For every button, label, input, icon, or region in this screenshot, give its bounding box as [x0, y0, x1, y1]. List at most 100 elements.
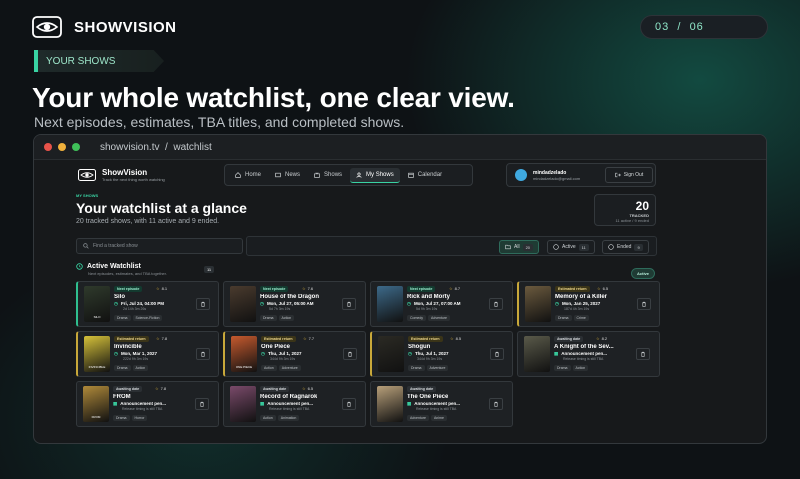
- show-poster: [377, 286, 403, 322]
- show-card[interactable]: Estimated return ☆ 6.5 Memory of a Killer ◷ M…: [517, 281, 660, 327]
- genre-tag: Action: [132, 365, 149, 371]
- show-card[interactable]: SILO Next episode ☆ 8.1 Silo ◷ Fri, Jul 24, 04…: [76, 281, 219, 327]
- show-title: Invincible: [114, 344, 142, 350]
- calendar-icon: ▦: [407, 401, 412, 406]
- show-poster: [230, 286, 256, 322]
- rating-value: 7.8: [160, 386, 167, 391]
- trash-icon: [641, 351, 645, 357]
- tracked-breakdown: 11 active / 9 ended: [615, 218, 649, 223]
- url-host: showvision.tv: [100, 141, 160, 153]
- show-card[interactable]: Awaiting date The One Piece ▦ Announcement …: [370, 381, 513, 427]
- genre-tags: Drama Action: [114, 365, 149, 371]
- show-card[interactable]: Awaiting date ☆ 6.5 Record of Ragnarok ▦ Anno…: [223, 381, 366, 427]
- status-badge: Next episode: [114, 286, 143, 292]
- delete-button[interactable]: [342, 398, 356, 410]
- rating-value: 7.7: [308, 336, 315, 341]
- delete-button[interactable]: [636, 348, 650, 360]
- delete-button[interactable]: [489, 398, 503, 410]
- clock-icon: ◷: [555, 301, 559, 306]
- status-badge: Awaiting date: [407, 386, 437, 392]
- section-count: 11: [204, 266, 215, 273]
- star-icon: ☆: [302, 386, 306, 391]
- page-separator: /: [677, 21, 682, 33]
- rating: ☆ 8.7: [449, 286, 460, 291]
- show-countdown: Release timing is still TBA: [563, 357, 604, 361]
- nav-shows[interactable]: Shows: [308, 168, 348, 182]
- genre-tag: Comedy: [407, 315, 427, 321]
- trash-icon: [347, 301, 351, 307]
- show-card[interactable]: Estimated return ☆ 8.5 Shōgun ◷ Thu, Jul 1, 2…: [370, 331, 513, 377]
- app-logo-tagline: Track the next thing worth watching: [102, 177, 165, 182]
- show-countdown: 187d 4h 3m 19s: [564, 307, 590, 311]
- nav-menu: Home News Shows My Shows Calendar: [224, 164, 473, 186]
- show-card[interactable]: Awaiting date ☆ 8.2 A Knight of the Sev... ▦…: [517, 331, 660, 377]
- filter-bar: All 20 Active 11 Ended 9: [246, 236, 657, 256]
- app-logo[interactable]: ShowVision Track the next thing worth wa…: [78, 168, 165, 182]
- address-bar[interactable]: showvision.tv / watchlist: [100, 142, 212, 153]
- show-countdown: Release timing is still TBA: [122, 407, 163, 411]
- headline: Your whole watchlist, one clear view.: [32, 82, 515, 113]
- show-poster: INVINCIBLE: [84, 336, 110, 372]
- filter-ended-label: Ended: [617, 244, 632, 250]
- nav-news[interactable]: News: [269, 168, 306, 182]
- tracked-count: 20: [635, 199, 649, 213]
- star-icon: ☆: [596, 336, 600, 341]
- sign-out-button[interactable]: Sign Out: [605, 167, 653, 183]
- status-badge: Estimated return: [261, 336, 296, 342]
- show-poster: [524, 336, 550, 372]
- show-card[interactable]: FROM Awaiting date ☆ 7.8 FROM ▦ Announcement p…: [76, 381, 219, 427]
- genre-tags: Drama Action: [260, 315, 295, 321]
- show-card[interactable]: Next episode ☆ 7.6 House of the Dragon ◷ Mon,…: [223, 281, 366, 327]
- delete-button[interactable]: [343, 348, 357, 360]
- rating: ☆ 7.6: [302, 286, 313, 291]
- search-input[interactable]: Find a tracked show: [76, 238, 243, 254]
- genre-tag: Science-Fiction: [132, 315, 163, 321]
- genre-tag: Drama: [113, 415, 130, 421]
- show-title: Shōgun: [408, 344, 431, 350]
- clock-icon: ◷: [407, 301, 411, 306]
- delete-button[interactable]: [196, 348, 210, 360]
- rating: ☆ 6.5: [302, 386, 313, 391]
- filter-active[interactable]: Active 11: [547, 240, 595, 254]
- filter-ended[interactable]: Ended 9: [602, 240, 649, 254]
- nav-home[interactable]: Home: [229, 168, 267, 182]
- poster-text: INVINCIBLE: [88, 365, 106, 369]
- genre-tag: Adventure: [428, 315, 451, 321]
- rating-value: 8.5: [455, 336, 462, 341]
- delete-button[interactable]: [196, 298, 210, 310]
- show-title: A Knight of the Sev...: [554, 344, 614, 350]
- delete-button[interactable]: [195, 398, 209, 410]
- star-icon: ☆: [449, 286, 453, 291]
- maximize-dot[interactable]: [72, 143, 80, 151]
- show-countdown: 5d 9h 3m 19s: [416, 307, 438, 311]
- eyebrow: MY SHOWS: [76, 193, 99, 198]
- delete-button[interactable]: [637, 298, 651, 310]
- show-card[interactable]: Next episode ☆ 8.7 Rick and Morty ◷ Mon, Jul …: [370, 281, 513, 327]
- poster-text: FROM: [91, 415, 101, 419]
- genre-tag: Drama: [114, 365, 131, 371]
- nav-calendar[interactable]: Calendar: [402, 168, 448, 182]
- rating-value: 7.6: [307, 286, 314, 291]
- show-card[interactable]: ONE PIECE Estimated return ☆ 7.7 One Piece ◷ T…: [223, 331, 366, 377]
- delete-button[interactable]: [490, 348, 504, 360]
- news-icon: [275, 172, 281, 178]
- genre-tags: Comedy Adventure: [407, 315, 451, 321]
- delete-button[interactable]: [342, 298, 356, 310]
- genre-tags: Adventure Anime: [407, 415, 447, 421]
- delete-button[interactable]: [489, 298, 503, 310]
- eye-logo-icon: [78, 169, 96, 181]
- url-path: watchlist: [173, 141, 212, 153]
- avatar[interactable]: [515, 169, 527, 181]
- minimize-dot[interactable]: [58, 143, 66, 151]
- user-box: mindadzelado mindadzelado@gmail.com Sign…: [506, 163, 656, 187]
- show-card[interactable]: INVINCIBLE Estimated return ☆ 7.8 Invincible…: [76, 331, 219, 377]
- filter-all-label: All: [514, 244, 520, 250]
- genre-tag: Drama: [554, 365, 571, 371]
- subheadline: Next episodes, estimates, TBA titles, an…: [34, 114, 405, 130]
- star-icon: ☆: [155, 386, 159, 391]
- clock-icon: ◷: [114, 351, 118, 356]
- nav-my-shows[interactable]: My Shows: [350, 167, 400, 183]
- trash-icon: [642, 301, 646, 307]
- close-dot[interactable]: [44, 143, 52, 151]
- filter-all[interactable]: All 20: [499, 240, 540, 254]
